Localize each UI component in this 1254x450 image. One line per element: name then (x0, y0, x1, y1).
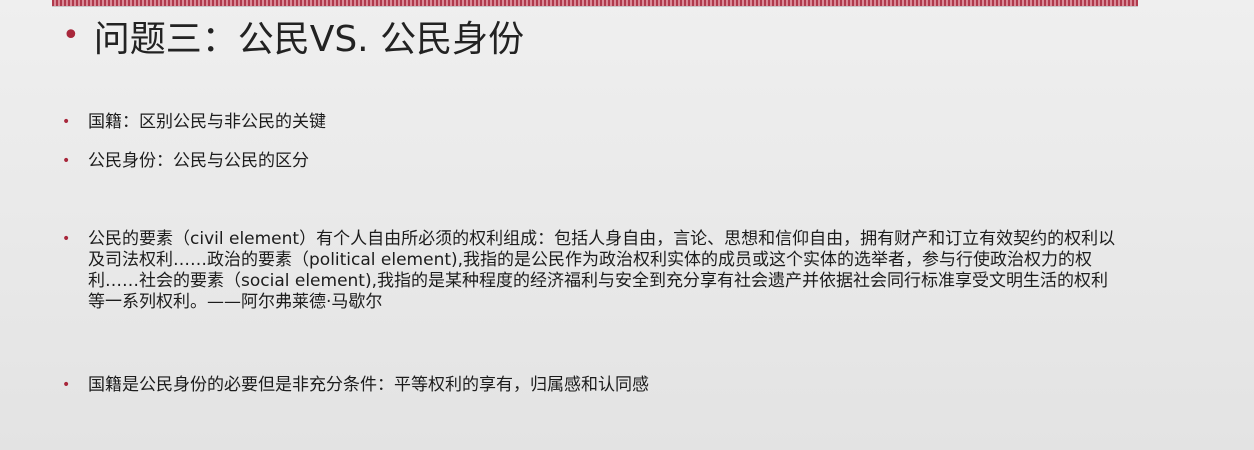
bullet-dot-icon: • (62, 377, 71, 393)
bullet-item-1: • 国籍：区别公民与非公民的关键 (62, 112, 326, 133)
bullet-text: 公民身份：公民与公民的区分 (88, 151, 309, 171)
bullet-dot-icon: • (62, 153, 71, 169)
bullet-dot-icon: • (62, 18, 80, 53)
bullet-text: 国籍：区别公民与非公民的关键 (88, 112, 326, 132)
bullet-item-3: • 公民的要素（civil element）有个人自由所必须的权利组成：包括人身… (62, 229, 1118, 313)
bullet-item-4: • 国籍是公民身份的必要但是非充分条件：平等权利的享有，归属感和认同感 (62, 375, 649, 396)
bullet-paragraph: 公民的要素（civil element）有个人自由所必须的权利组成：包括人身自由… (88, 229, 1116, 312)
bullet-text: 国籍是公民身份的必要但是非充分条件：平等权利的享有，归属感和认同感 (88, 375, 649, 395)
slide: • 问题三：公民VS. 公民身份 • 国籍：区别公民与非公民的关键 • 公民身份… (0, 0, 1254, 450)
bullet-dot-icon: • (62, 114, 71, 130)
bullet-item-2: • 公民身份：公民与公民的区分 (62, 151, 309, 172)
slide-title: 问题三：公民VS. 公民身份 (93, 19, 525, 60)
slide-title-row: • 问题三：公民VS. 公民身份 (62, 10, 524, 62)
top-divider-line (52, 6, 1138, 7)
bullet-dot-icon: • (62, 231, 71, 247)
